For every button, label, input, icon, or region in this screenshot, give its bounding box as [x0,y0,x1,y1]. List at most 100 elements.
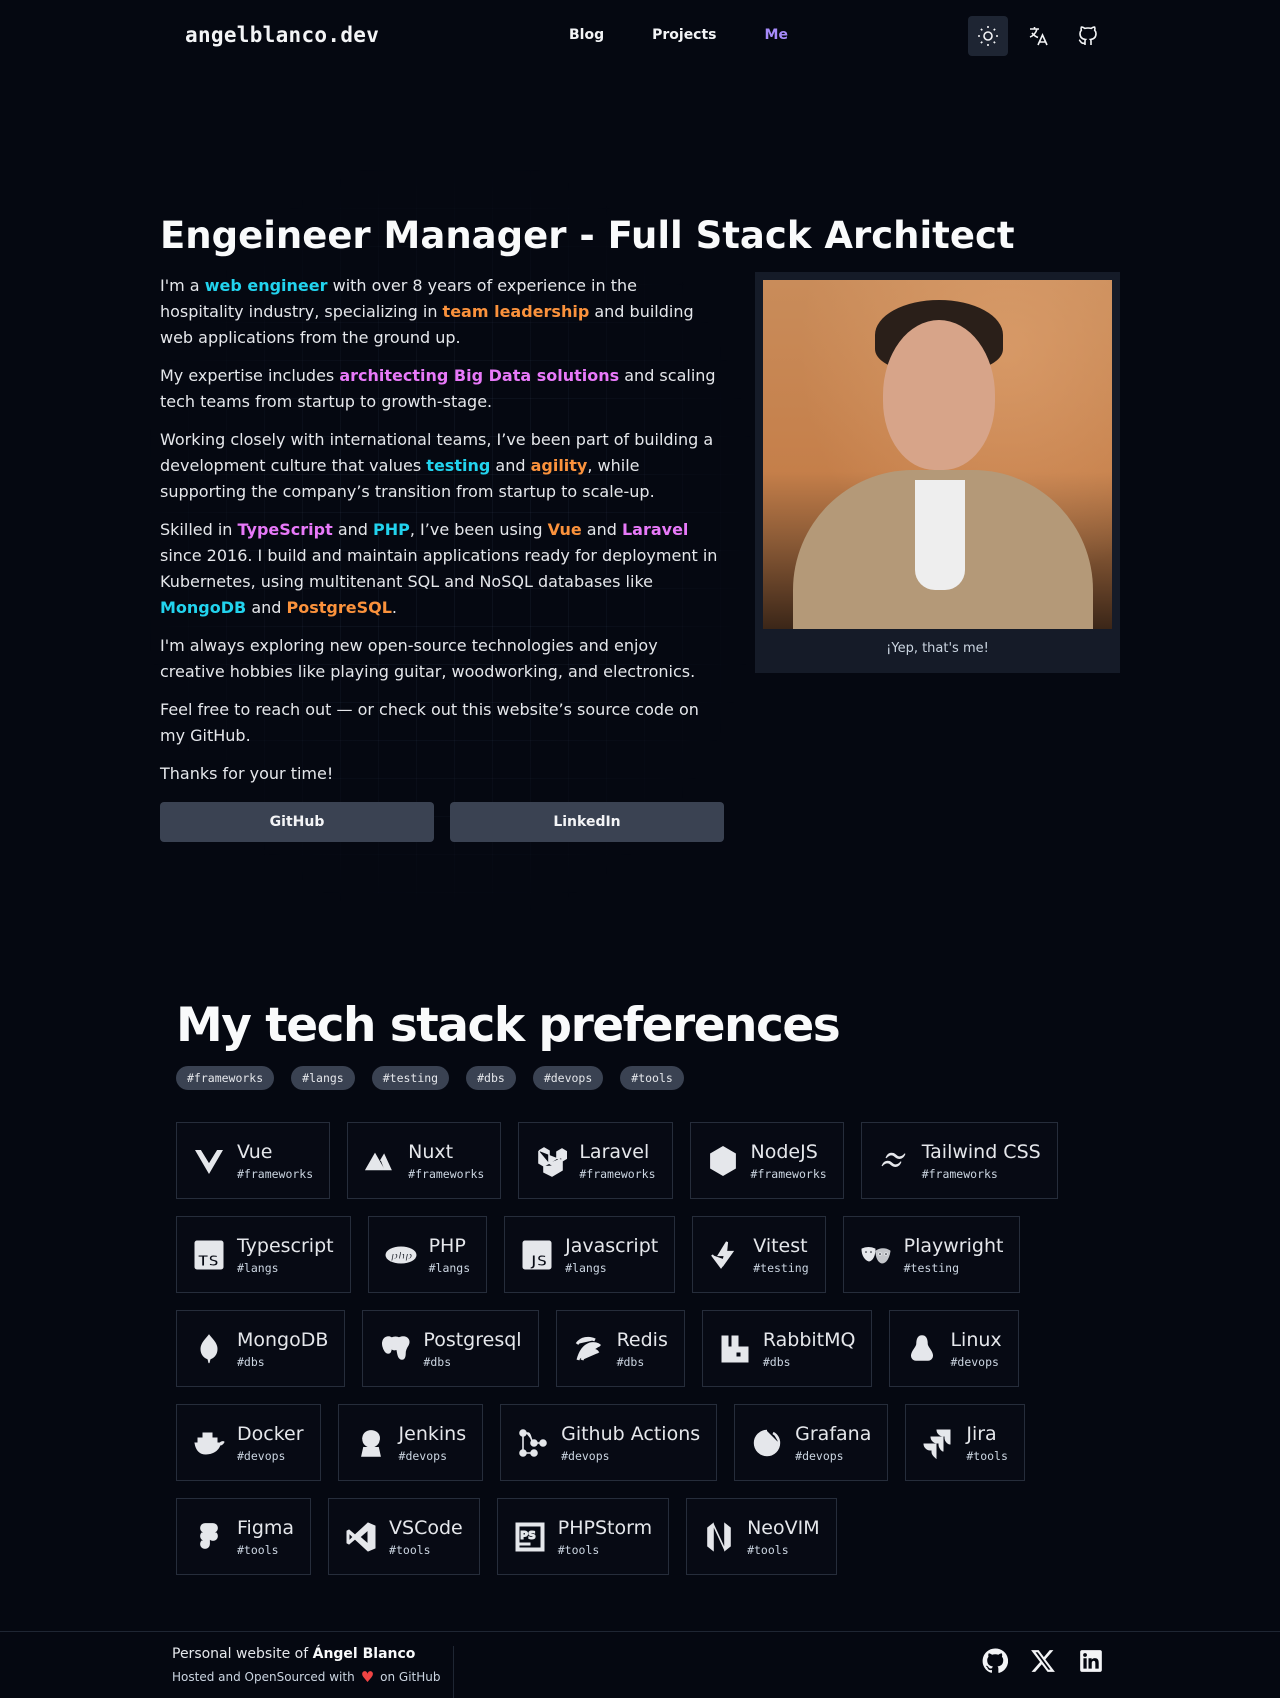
tech-name: Javascript [565,1234,659,1257]
nav-link-me[interactable]: Me [765,27,788,43]
tech-card-figma[interactable]: Figma #tools [176,1498,312,1575]
tech-card-mongodb[interactable]: MongoDB #dbs [176,1310,346,1387]
tech-row: Docker #devops Jenkins #devops Github Action… [176,1404,1025,1481]
tech-card-tailwind-css[interactable]: Tailwind CSS #frameworks [860,1122,1058,1199]
tech-card-github-actions[interactable]: Github Actions #devops [500,1404,718,1481]
footer-x-link[interactable] [1030,1648,1056,1674]
tech-card-phpstorm[interactable]: PS PHPStorm #tools [496,1498,670,1575]
grafana-icon [750,1426,784,1460]
mongodb-icon [192,1332,226,1366]
tech-card-jenkins[interactable]: Jenkins #devops [337,1404,484,1481]
svg-text:PS: PS [520,1529,536,1542]
svg-text:JS: JS [530,1252,547,1270]
tech-name: NeoVIM [747,1516,820,1539]
tech-card-grafana[interactable]: Grafana #devops [734,1404,889,1481]
tech-name: VSCode [389,1516,463,1539]
tech-card-vitest[interactable]: Vitest #testing [692,1216,826,1293]
tech-name: Vue [237,1140,273,1163]
php-icon: php [384,1238,418,1272]
social-buttons: GitHub LinkedIn [160,802,724,842]
linux-icon [905,1332,939,1366]
tech-card-text: Typescript #langs [237,1235,334,1275]
tech-card-text: Jenkins #devops [399,1423,467,1463]
svg-text:TS: TS [198,1252,219,1270]
nav-link-projects[interactable]: Projects [652,27,716,43]
footer-github-link[interactable]: on GitHub [380,1670,440,1684]
tech-card-rabbitmq[interactable]: RabbitMQ #dbs [701,1310,873,1387]
nav-link-blog[interactable]: Blog [569,27,604,43]
tech-card-text: Javascript #langs [565,1235,658,1275]
javascript-icon: JS [520,1238,554,1272]
top-nav: angelblanco.dev Blog Projects Me [0,0,1280,72]
tailwind-icon [877,1144,911,1178]
tech-name: RabbitMQ [762,1328,856,1351]
tech-card-linux[interactable]: Linux #devops [889,1310,1019,1387]
tech-row: MongoDB #dbs Postgresql #dbs Redis #dbs Rabbit… [176,1310,1019,1387]
tag-devops[interactable]: #devops [532,1066,604,1090]
tech-tag: #frameworks [579,1166,656,1181]
tech-tag: #devops [950,1354,999,1369]
tech-card-laravel[interactable]: Laravel #frameworks [518,1122,673,1199]
tech-card-vue[interactable]: Vue #frameworks [176,1122,331,1199]
tech-card-nuxt[interactable]: Nuxt #frameworks [347,1122,502,1199]
tech-card-typescript[interactable]: TS Typescript #langs [176,1216,351,1293]
bio-paragraph-5: I'm always exploring new open-source tec… [160,636,696,681]
tag-testing[interactable]: #testing [371,1066,450,1090]
tech-card-redis[interactable]: Redis #dbs [555,1310,685,1387]
translate-icon [1029,27,1048,46]
tech-name: Jira [966,1422,997,1445]
tech-card-docker[interactable]: Docker #devops [176,1404,321,1481]
nodejs-icon: JS [706,1144,740,1178]
tech-name: MongoDB [237,1328,329,1351]
tech-card-postgresql[interactable]: Postgresql #dbs [362,1310,539,1387]
tag-dbs[interactable]: #dbs [466,1066,516,1090]
tech-card-text: Github Actions #devops [561,1423,700,1463]
tech-tag: #frameworks [408,1166,485,1181]
stack-title: My tech stack preferences [176,998,841,1053]
tech-card-php[interactable]: php PHP #langs [367,1216,488,1293]
tag-langs[interactable]: #langs [291,1066,355,1090]
github-repo-button[interactable] [1068,16,1108,56]
site-logo[interactable]: angelblanco.dev [185,23,379,47]
vitest-icon [708,1238,742,1272]
tech-card-text: NeoVIM #tools [747,1517,820,1557]
tech-name: Jenkins [398,1422,467,1445]
tech-tag: #langs [237,1260,279,1275]
tech-name: Tailwind CSS [921,1140,1041,1163]
tag-frameworks[interactable]: #frameworks [176,1066,275,1090]
tech-card-text: Figma #tools [237,1517,294,1557]
github-button[interactable]: GitHub [160,802,434,842]
tech-tag: #frameworks [750,1166,827,1181]
tech-card-playwright[interactable]: Playwright #testing [842,1216,1021,1293]
tech-name: Grafana [795,1422,872,1445]
bio-paragraph-6: Feel free to reach out — or check out th… [160,700,699,745]
tech-card-nodejs[interactable]: JS NodeJS #frameworks [689,1122,844,1199]
tech-name: Nuxt [408,1140,454,1163]
tech-card-neovim[interactable]: NeoVIM #tools [686,1498,837,1575]
bio-text: I'm a web engineer with over 8 years of … [160,273,720,799]
tech-card-text: Tailwind CSS #frameworks [922,1141,1041,1181]
tech-card-text: Playwright #testing [904,1235,1004,1275]
footer-credits: Personal website of Ángel Blanco Hosted … [172,1646,454,1698]
tech-card-javascript[interactable]: JS Javascript #langs [504,1216,676,1293]
tech-card-vscode[interactable]: VSCode #tools [328,1498,480,1575]
theme-toggle-button[interactable] [968,16,1008,56]
tech-row: TS Typescript #langs php PHP #langs JS Javascri… [176,1216,1021,1293]
bio-paragraph-1: I'm a web engineer with over 8 years of … [160,276,694,347]
heart-icon: ♥ [360,1668,375,1686]
language-toggle-button[interactable] [1018,16,1058,56]
tech-card-jira[interactable]: Jira #tools [905,1404,1025,1481]
tech-name: PHPStorm [557,1516,653,1539]
linkedin-button[interactable]: LinkedIn [450,802,724,842]
jira-icon [921,1426,955,1460]
tech-name: Postgresql [423,1328,522,1351]
tech-card-text: Docker #devops [237,1423,304,1463]
footer-linkedin-link[interactable] [1078,1648,1104,1674]
nuxt-icon [363,1144,397,1178]
footer-github-link[interactable] [982,1648,1009,1674]
tag-tools[interactable]: #tools [620,1066,684,1090]
tech-name: Redis [616,1328,668,1351]
tech-tag: #testing [903,1260,960,1275]
tech-name: NodeJS [750,1140,818,1163]
tech-card-text: Vue #frameworks [237,1141,313,1181]
